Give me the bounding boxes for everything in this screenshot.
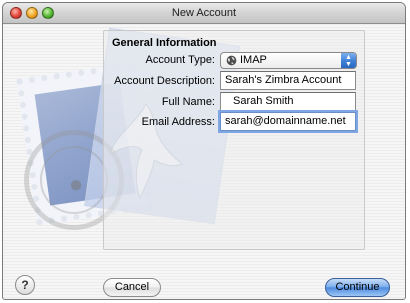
email-address-field[interactable]: sarah@domainname.net <box>220 112 356 131</box>
help-button[interactable]: ? <box>15 275 35 295</box>
account-type-label: Account Type: <box>145 54 215 66</box>
continue-button[interactable]: Continue <box>325 278 390 297</box>
account-type-popup[interactable]: IMAP ▲ ▼ <box>220 52 357 69</box>
apple-logo-icon: ● <box>68 171 84 198</box>
account-description-label: Account Description: <box>114 75 215 87</box>
window-title: New Account <box>171 7 237 19</box>
email-address-label: Email Address: <box>141 116 215 128</box>
popup-arrows-icon: ▲ ▼ <box>341 53 356 68</box>
section-title: General Information <box>112 37 217 49</box>
full-name-label: Full Name: <box>161 96 215 108</box>
account-description-field[interactable]: Sarah's Zimbra Account <box>220 71 356 90</box>
account-type-value: IMAP <box>240 54 267 66</box>
full-name-field[interactable]: Sarah Smith <box>220 92 356 111</box>
title-bar: New Account <box>3 3 405 24</box>
globe-icon <box>226 55 237 66</box>
cancel-button[interactable]: Cancel <box>103 278 161 297</box>
